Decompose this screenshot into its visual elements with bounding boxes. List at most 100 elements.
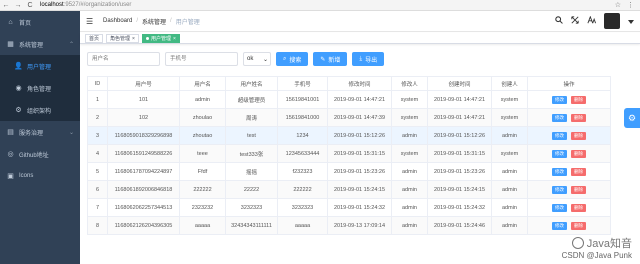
table-row[interactable]: 5 1168061787094224897 Ffdf 摇摇 f232323 2019-09… xyxy=(87,162,611,181)
select-value: ok xyxy=(247,56,254,62)
edit-button[interactable]: 修改 xyxy=(552,149,567,158)
table-cell: Ffdf xyxy=(179,162,226,181)
table-cell: 2019-09-13 17:09:14 xyxy=(327,216,392,235)
delete-button[interactable]: 删除 xyxy=(571,95,586,104)
delete-button[interactable]: 删除 xyxy=(571,149,586,158)
table-row[interactable]: 1 101 admin 超级管理员 15619841001 2019-09-01 14:4… xyxy=(87,90,611,109)
table-cell: 2019-09-01 15:12:26 xyxy=(427,126,492,145)
add-button[interactable]: ✎ 新增 xyxy=(313,52,348,66)
table-cell: 2019-09-01 15:24:15 xyxy=(427,180,492,199)
settings-panel-toggle[interactable]: ⚙ xyxy=(624,108,640,128)
delete-button[interactable]: 删除 xyxy=(571,221,586,230)
breadcrumb-item[interactable]: 系统管理 xyxy=(142,17,166,26)
delete-button[interactable]: 删除 xyxy=(571,167,586,176)
forward-icon[interactable]: → xyxy=(12,2,24,9)
fullscreen-icon[interactable] xyxy=(571,16,579,26)
sidebar-item-organization[interactable]: ⚙ 组织架构 xyxy=(0,99,80,121)
browser-menu-icon[interactable]: ⋮ xyxy=(627,1,634,9)
edit-icon: ✎ xyxy=(320,56,326,63)
search-icon: ⌕ xyxy=(283,55,287,62)
sidebar-item-github[interactable]: ◎ Github地址 xyxy=(0,143,80,165)
username-input[interactable] xyxy=(87,52,160,66)
column-header: 手机号 xyxy=(277,76,328,91)
watermark-main: Java知音 xyxy=(571,235,632,251)
search-icon[interactable] xyxy=(555,16,563,26)
sidebar-item-users[interactable]: 👤 用户管理 xyxy=(0,55,80,77)
caret-down-icon[interactable] xyxy=(628,17,634,26)
table-cell: admin xyxy=(391,180,428,199)
table-cell: 7 xyxy=(87,198,108,217)
table-row[interactable]: 4 1168061591249588226 teee test333张 12345633… xyxy=(87,144,611,163)
tag-roles[interactable]: 角色管理 × xyxy=(106,33,139,43)
table-cell: admin xyxy=(491,180,528,199)
actions-cell: 修改 删除 xyxy=(527,90,611,109)
actions-cell: 修改 删除 xyxy=(527,216,611,235)
phone-input[interactable] xyxy=(165,52,238,66)
edit-button[interactable]: 修改 xyxy=(552,167,567,176)
table-row[interactable]: 2 102 zhoulao 周涛 15619841000 2019-09-01 14:47… xyxy=(87,108,611,127)
edit-button[interactable]: 修改 xyxy=(552,95,567,104)
sidebar-item-label: Github地址 xyxy=(19,152,49,159)
tags-view: 首页 角色管理 × 用户管理 × xyxy=(80,33,640,44)
delete-button[interactable]: 删除 xyxy=(571,185,586,194)
sidebar-item-label: 角色管理 xyxy=(27,86,52,93)
edit-button[interactable]: 修改 xyxy=(552,113,567,122)
export-button[interactable]: ⤓ 导出 xyxy=(352,52,385,66)
hamburger-icon[interactable]: ☰ xyxy=(86,17,98,26)
avatar[interactable] xyxy=(604,13,620,29)
breadcrumb: Dashboard / 系统管理 / 用户管理 xyxy=(103,17,200,26)
column-header: 用户名 xyxy=(179,76,226,91)
table-cell: 22222 xyxy=(225,180,278,199)
table-row[interactable]: 3 1168059018329296898 zhoutao test 1234 2019-… xyxy=(87,126,611,145)
sidebar-item-label: 服务治理 xyxy=(19,130,44,137)
table-cell: 102 xyxy=(107,108,180,127)
address-bar[interactable]: localhost:9527/#/organization/user xyxy=(40,2,131,8)
sidebar-item-service[interactable]: ▤ 服务治理 ⌄ xyxy=(0,121,80,143)
user-table: ID 用户号 用户名 用户姓名 手机号 修改时间 修改人 创建时间 创建人 操作… xyxy=(87,76,611,235)
service-icon: ▤ xyxy=(7,129,14,136)
status-select[interactable]: ok ⌄ xyxy=(243,52,271,66)
table-cell: 32434343111111 xyxy=(225,216,278,235)
tag-label: 首页 xyxy=(89,35,100,42)
watermark-title: Java知音 xyxy=(586,238,632,250)
font-size-icon[interactable] xyxy=(587,15,596,26)
close-icon[interactable]: × xyxy=(173,36,176,42)
chevron-down-icon: ⌄ xyxy=(262,56,268,63)
table-cell: 2019-09-01 14:47:21 xyxy=(427,108,492,127)
search-button[interactable]: ⌕ 搜索 xyxy=(276,52,309,66)
breadcrumb-item[interactable]: Dashboard xyxy=(103,18,132,24)
column-header: 修改人 xyxy=(391,76,428,91)
column-header: 创建时间 xyxy=(427,76,492,91)
active-dot-icon xyxy=(145,36,149,40)
sidebar-item-icons[interactable]: ▣ Icons xyxy=(0,165,80,187)
top-navbar: ☰ Dashboard / 系统管理 / 用户管理 xyxy=(80,11,640,32)
edit-button[interactable]: 修改 xyxy=(552,221,567,230)
tag-home[interactable]: 首页 xyxy=(85,33,104,43)
table-cell: 1 xyxy=(87,90,108,109)
delete-button[interactable]: 删除 xyxy=(571,203,586,212)
table-cell: 8 xyxy=(87,216,108,235)
reload-icon[interactable]: C xyxy=(24,2,36,9)
table-row[interactable]: 8 1168062126204396305 aaaaa 32434343111111 a… xyxy=(87,216,611,235)
table-cell: 3 xyxy=(87,126,108,145)
close-icon[interactable]: × xyxy=(132,36,135,42)
edit-button[interactable]: 修改 xyxy=(552,203,567,212)
table-cell: 3232323 xyxy=(225,198,278,217)
sidebar-item-roles[interactable]: ◉ 角色管理 xyxy=(0,77,80,99)
table-cell: 1168062062257344513 xyxy=(107,198,180,217)
sidebar-item-home[interactable]: ⌂ 首页 xyxy=(0,11,80,33)
table-row[interactable]: 6 1168061892006846818 222222 22222 222222 201… xyxy=(87,180,611,199)
edit-button[interactable]: 修改 xyxy=(552,185,567,194)
table-row[interactable]: 7 1168062062257344513 2323232 3232323 323232… xyxy=(87,198,611,217)
sidebar-item-system[interactable]: ▦ 系统管理 ⌃ xyxy=(0,33,80,55)
delete-button[interactable]: 删除 xyxy=(571,131,586,140)
table-cell: system xyxy=(391,90,428,109)
delete-button[interactable]: 删除 xyxy=(571,113,586,122)
edit-button[interactable]: 修改 xyxy=(552,131,567,140)
table-cell: 222222 xyxy=(277,180,328,199)
tag-users[interactable]: 用户管理 × xyxy=(141,33,180,43)
back-icon[interactable]: ← xyxy=(0,2,12,9)
star-icon[interactable]: ☆ xyxy=(615,1,621,9)
table-cell: system xyxy=(491,108,528,127)
table-cell: 2019-09-01 14:47:21 xyxy=(327,90,392,109)
